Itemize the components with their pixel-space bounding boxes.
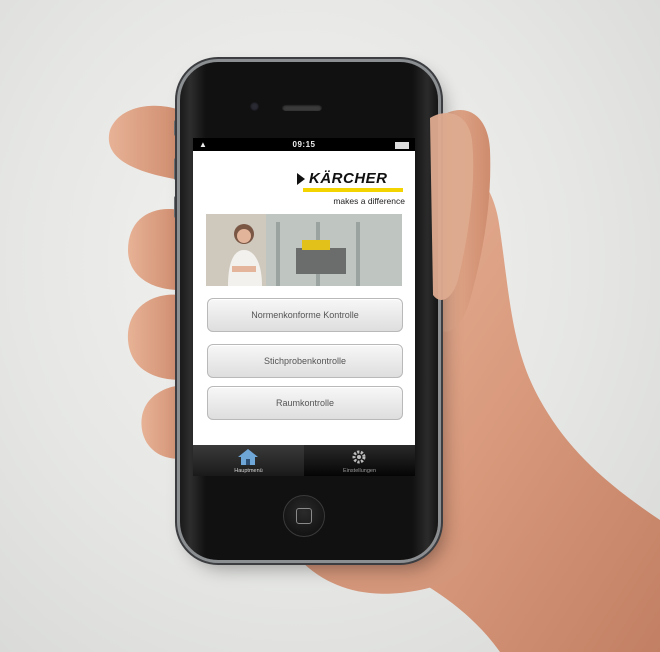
thumb-overlay — [430, 113, 474, 300]
photo-scene: ▲ 09:15 KÄRCHER makes a difference Norme… — [0, 0, 660, 652]
